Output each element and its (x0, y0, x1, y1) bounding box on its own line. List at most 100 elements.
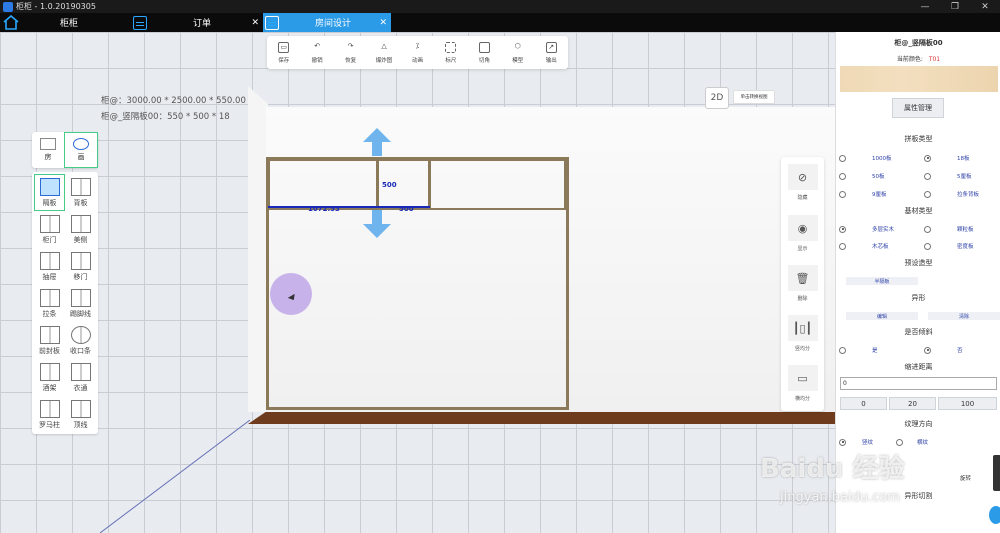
component-roman-column[interactable]: 罗马柱 (34, 396, 65, 433)
component-hanging-rod[interactable]: 衣通 (65, 359, 96, 396)
save-button[interactable]: ▭ 保存 (267, 36, 300, 69)
preset-title: 预设造型 (904, 259, 933, 267)
component-front-seal[interactable]: 前封板 (34, 322, 65, 359)
view-toggle-button[interactable]: 单击转换视图 (733, 90, 775, 104)
indent-title: 缩进距离 (904, 363, 933, 371)
indent-input[interactable]: 0 (840, 377, 997, 390)
component-shelf[interactable]: 隔板 (34, 174, 65, 211)
chamfer-button[interactable]: 切角 (468, 36, 501, 69)
undo-button[interactable]: ↶ 撤销 (300, 36, 333, 69)
shape-edit-button[interactable]: 编辑 (846, 312, 918, 320)
component-sliding-door[interactable]: 移门 (65, 248, 96, 285)
pull-strip-icon (39, 288, 60, 307)
floor-edge-line (100, 420, 251, 533)
radio-grain-vertical[interactable]: 竖纹 (839, 438, 873, 446)
tab-room[interactable]: 房 (32, 132, 64, 168)
side-wall (248, 86, 268, 412)
shape-clear-button[interactable]: 清除 (928, 312, 1000, 320)
component-door[interactable]: 柜门 (34, 211, 65, 248)
radio-9mm-board[interactable]: 9厘板 (839, 190, 887, 198)
component-back-panel[interactable]: 背板 (65, 174, 96, 211)
animation-button[interactable]: ⁒ 动画 (401, 36, 434, 69)
cabinet-cell[interactable] (268, 159, 378, 210)
explode-icon: △ (381, 41, 387, 50)
ruler-button[interactable]: 标尺 (434, 36, 467, 69)
move-down-arrow-icon[interactable] (362, 209, 392, 239)
tab-guigui[interactable]: 柜柜 (60, 13, 110, 32)
component-wine-rack[interactable]: 酒架 (34, 359, 65, 396)
minimize-button[interactable]: — (910, 0, 940, 13)
radio-tilt-yes[interactable]: 是 (839, 346, 878, 354)
window-title: 柜柜 - 1.0.20190305 (16, 2, 96, 11)
rotate-button[interactable]: 旋转 (960, 474, 971, 482)
tab-room-design[interactable]: 房间设计 ✕ (263, 13, 391, 32)
radio-multilayer-wood[interactable]: 多层实木 (839, 225, 894, 233)
explode-view-button[interactable]: △ 爆炸图 (367, 36, 400, 69)
indent-preset-100[interactable]: 100 (938, 397, 997, 410)
delete-button[interactable]: 🗑 删除 (781, 265, 824, 302)
radio-18-board[interactable]: 18板 (924, 154, 970, 162)
vertical-split-icon: ┃▯┃ (787, 315, 818, 341)
radio-50-board[interactable]: 50板 (839, 172, 885, 180)
room-mode-tabs: 房 画 (32, 132, 98, 168)
component-pull-strip[interactable]: 拉条 (34, 285, 65, 322)
material-title: 基材类型 (904, 207, 933, 215)
close-button[interactable]: ✕ (970, 0, 1000, 13)
cabinet-size-info: 柜@：3000.00 * 2500.00 * 550.00 (101, 96, 246, 106)
cube-icon: ⬡ (514, 41, 521, 50)
radio-tilt-no[interactable]: 否 (924, 346, 963, 354)
animation-icon: ⁒ (415, 41, 420, 50)
help-float-button[interactable] (989, 506, 1000, 524)
top-toolbar: ▭ 保存 ↶ 撤销 ↷ 恢复 △ 爆炸图 ⁒ 动画 标尺 切角 ⬡ 模型 ↗ 输出 (267, 36, 568, 69)
watermark-brand: Baidu 经验 (760, 454, 905, 484)
tab-close-icon[interactable]: ✕ (251, 18, 259, 28)
cabinet-cell[interactable] (429, 159, 566, 210)
indent-preset-20[interactable]: 20 (889, 397, 936, 410)
current-color: 当前颜色: T01 (896, 56, 941, 63)
draw-icon (73, 138, 89, 150)
vertical-split-button[interactable]: ┃▯┃ 竖均分 (781, 315, 824, 352)
radio-1000-board[interactable]: 1000板 (839, 154, 892, 162)
radio-strip-back-board[interactable]: 拉条背板 (924, 190, 979, 198)
roman-column-icon (39, 399, 60, 418)
attribute-manage-button[interactable]: 属性管理 (892, 98, 944, 118)
hide-button[interactable]: ⊘ 隐藏 (781, 164, 824, 201)
trash-icon: 🗑 (787, 265, 818, 291)
tab-label: 订单 (193, 19, 212, 29)
model-button[interactable]: ⬡ 模型 (501, 36, 534, 69)
chamfer-icon (478, 41, 490, 53)
edge-strip-icon (70, 325, 91, 344)
watermark-url: jingyan.baidu.com (780, 490, 900, 505)
sliding-door-icon (70, 251, 91, 270)
redo-button[interactable]: ↷ 恢复 (334, 36, 367, 69)
home-button[interactable] (2, 13, 26, 32)
radio-particle-board[interactable]: 颗粒板 (924, 225, 974, 233)
maximize-button[interactable]: ❐ (940, 0, 970, 13)
radio-5mm-board[interactable]: 5厘板 (924, 172, 972, 180)
tab-close-icon[interactable]: ✕ (379, 18, 387, 28)
tab-orders[interactable]: 订单 ✕ (133, 13, 263, 32)
door-icon (39, 214, 60, 233)
tab-draw[interactable]: 画 (64, 132, 98, 168)
side-scroll-handle[interactable] (993, 455, 1000, 491)
component-skirting[interactable]: 踢脚线 (65, 285, 96, 322)
component-side[interactable]: 美侧 (65, 211, 96, 248)
preset-half-shelf[interactable]: 半隔板 (846, 277, 918, 285)
view-2d-button[interactable]: 2D (705, 87, 729, 109)
eye-icon: ◉ (787, 215, 818, 241)
drawer-icon (39, 251, 60, 270)
move-up-arrow-icon[interactable] (362, 127, 392, 157)
indent-preset-0[interactable]: 0 (840, 397, 887, 410)
component-top-line[interactable]: 顶线 (65, 396, 96, 433)
radio-grain-horizontal[interactable]: 横纹 (896, 438, 928, 446)
radio-blockboard[interactable]: 木芯板 (839, 242, 889, 250)
horizontal-split-button[interactable]: ▭ 横均分 (781, 365, 824, 402)
dimension-width-left: 1072.53 (308, 205, 340, 213)
save-icon: ▭ (278, 41, 290, 53)
export-button[interactable]: ↗ 输出 (535, 36, 568, 69)
component-drawer[interactable]: 抽屉 (34, 248, 65, 285)
show-button[interactable]: ◉ 显示 (781, 215, 824, 252)
component-edge-strip[interactable]: 收口条 (65, 322, 96, 359)
radio-density-board[interactable]: 密度板 (924, 242, 974, 250)
wood-color-swatch[interactable] (840, 66, 998, 92)
